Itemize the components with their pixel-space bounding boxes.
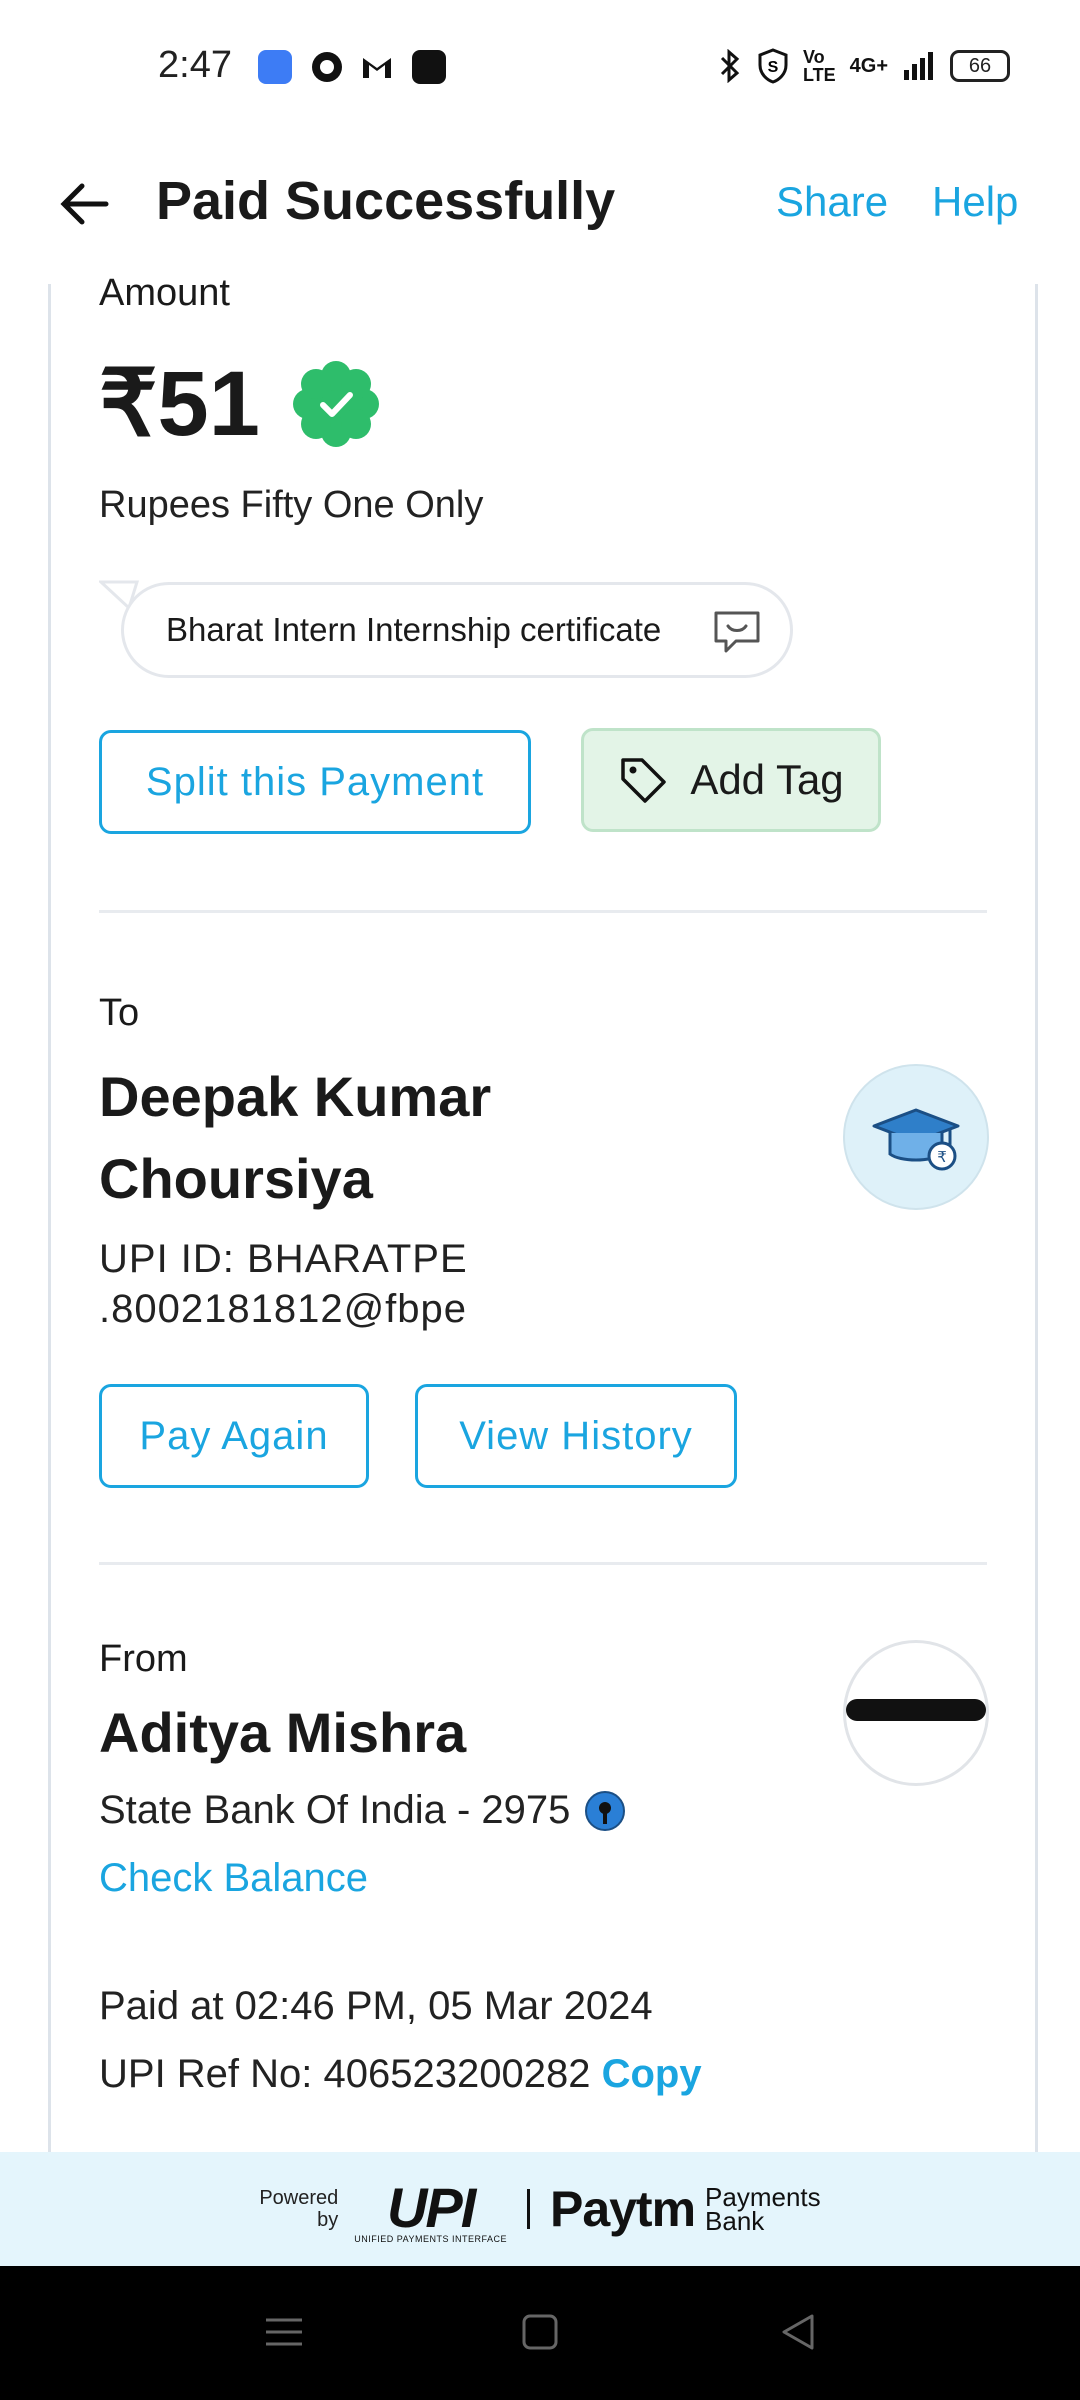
paytm-payments-bank: Payments Bank [705, 2184, 821, 2236]
signal-label: 4G+ [849, 54, 888, 77]
amount-in-words: Rupees Fifty One Only [99, 484, 484, 526]
payer-bank-text: State Bank Of India - 2975 [99, 1788, 571, 1832]
to-label: To [99, 992, 140, 1034]
amount-label: Amount [99, 272, 230, 314]
upi-logo: UPI UNIFIED PAYMENTS INTERFACE [354, 2175, 507, 2244]
app-header: Paid Successfully Share Help [0, 138, 1080, 284]
shield-icon: S [758, 48, 788, 84]
payee-name-line1: Deepak Kumar [99, 1065, 492, 1128]
payer-avatar [843, 1640, 989, 1786]
payment-note-text: Bharat Intern Internship certificate [166, 611, 662, 648]
paytm-sub-line2: Bank [705, 2206, 765, 2236]
graduation-cap-icon: ₹ [872, 1108, 960, 1171]
status-icons: S Vo LTE 4G+ 66 [717, 48, 1010, 84]
back-nav-icon[interactable] [776, 2310, 820, 2354]
payment-details-card: Amount ₹51 Rupees Fifty One Only Bharat … [48, 272, 1038, 2152]
payee-upi-line1: UPI ID: BHARATPE [99, 1237, 468, 1281]
menu-icon[interactable] [262, 2310, 306, 2354]
view-history-button[interactable]: View History [415, 1384, 737, 1488]
add-tag-label: Add Tag [690, 756, 844, 803]
system-nav-bar [0, 2266, 1080, 2400]
powered-by-footer: Powered by UPI UNIFIED PAYMENTS INTERFAC… [0, 2152, 1080, 2266]
powered-line1: Powered [259, 2187, 339, 2209]
upi-ref-row: UPI Ref No: 406523200282 Copy [99, 2052, 702, 2097]
bluetooth-icon [720, 49, 740, 83]
check-balance-link[interactable]: Check Balance [99, 1856, 368, 1901]
payee-upi-line2: .8002181812@fbpe [99, 1287, 468, 1331]
sbi-bank-icon [585, 1790, 626, 1831]
chat-icon [312, 52, 342, 82]
svg-text:S: S [768, 59, 779, 76]
powered-by-text: Powered by [259, 2187, 338, 2231]
payer-name: Aditya Mishra [99, 1701, 467, 1764]
battery-level: 66 [968, 54, 992, 77]
battery-icon: 66 [950, 50, 1010, 82]
split-payment-button[interactable]: Split this Payment [99, 730, 531, 834]
verified-check-icon [292, 360, 379, 447]
help-link[interactable]: Help [932, 178, 1018, 226]
tag-icon [621, 758, 667, 803]
divider [99, 1562, 987, 1565]
paytm-icon [412, 50, 446, 84]
message-icon[interactable] [712, 609, 762, 655]
app-icon [258, 50, 292, 84]
payee-upi-id: UPI ID: BHARATPE .8002181812@fbpe [99, 1234, 468, 1334]
signal-icon [904, 52, 933, 80]
svg-text:₹: ₹ [937, 1148, 947, 1166]
status-time: 2:47 [158, 44, 232, 86]
back-arrow-icon[interactable] [56, 176, 112, 232]
copy-ref-button[interactable]: Copy [602, 2052, 702, 2096]
amount-row: ₹51 [99, 350, 382, 457]
payer-bank: State Bank Of India - 2975 [99, 1788, 626, 1833]
home-icon[interactable] [518, 2310, 562, 2354]
upi-ref-number: UPI Ref No: 406523200282 [99, 2052, 591, 2096]
powered-line2: by [317, 2209, 339, 2231]
logo-separator [526, 2189, 530, 2229]
avatar-redaction-bar [846, 1699, 986, 1721]
payment-note: Bharat Intern Internship certificate [121, 582, 793, 678]
paid-at-time: Paid at 02:46 PM, 05 Mar 2024 [99, 1984, 653, 2028]
add-tag-button[interactable]: Add Tag [581, 728, 881, 832]
status-bar: 2:47 S Vo LTE 4G+ 66 [0, 0, 1080, 138]
payee-name-line2: Choursiya [99, 1147, 373, 1210]
divider [99, 910, 987, 913]
share-link[interactable]: Share [776, 178, 888, 226]
upi-logo-text: UPI [386, 2175, 476, 2239]
payee-avatar: ₹ [843, 1064, 989, 1210]
upi-tagline: UNIFIED PAYMENTS INTERFACE [354, 2233, 507, 2244]
gmail-icon [363, 58, 391, 78]
payee-name: Deepak Kumar Choursiya [99, 1056, 491, 1220]
paytm-logo: Paytm [549, 2181, 696, 2237]
from-label: From [99, 1638, 188, 1680]
volte-icon: Vo LTE [802, 47, 836, 85]
pay-again-button[interactable]: Pay Again [99, 1384, 369, 1488]
page-title: Paid Successfully [156, 171, 616, 231]
amount-value: ₹51 [99, 353, 260, 455]
